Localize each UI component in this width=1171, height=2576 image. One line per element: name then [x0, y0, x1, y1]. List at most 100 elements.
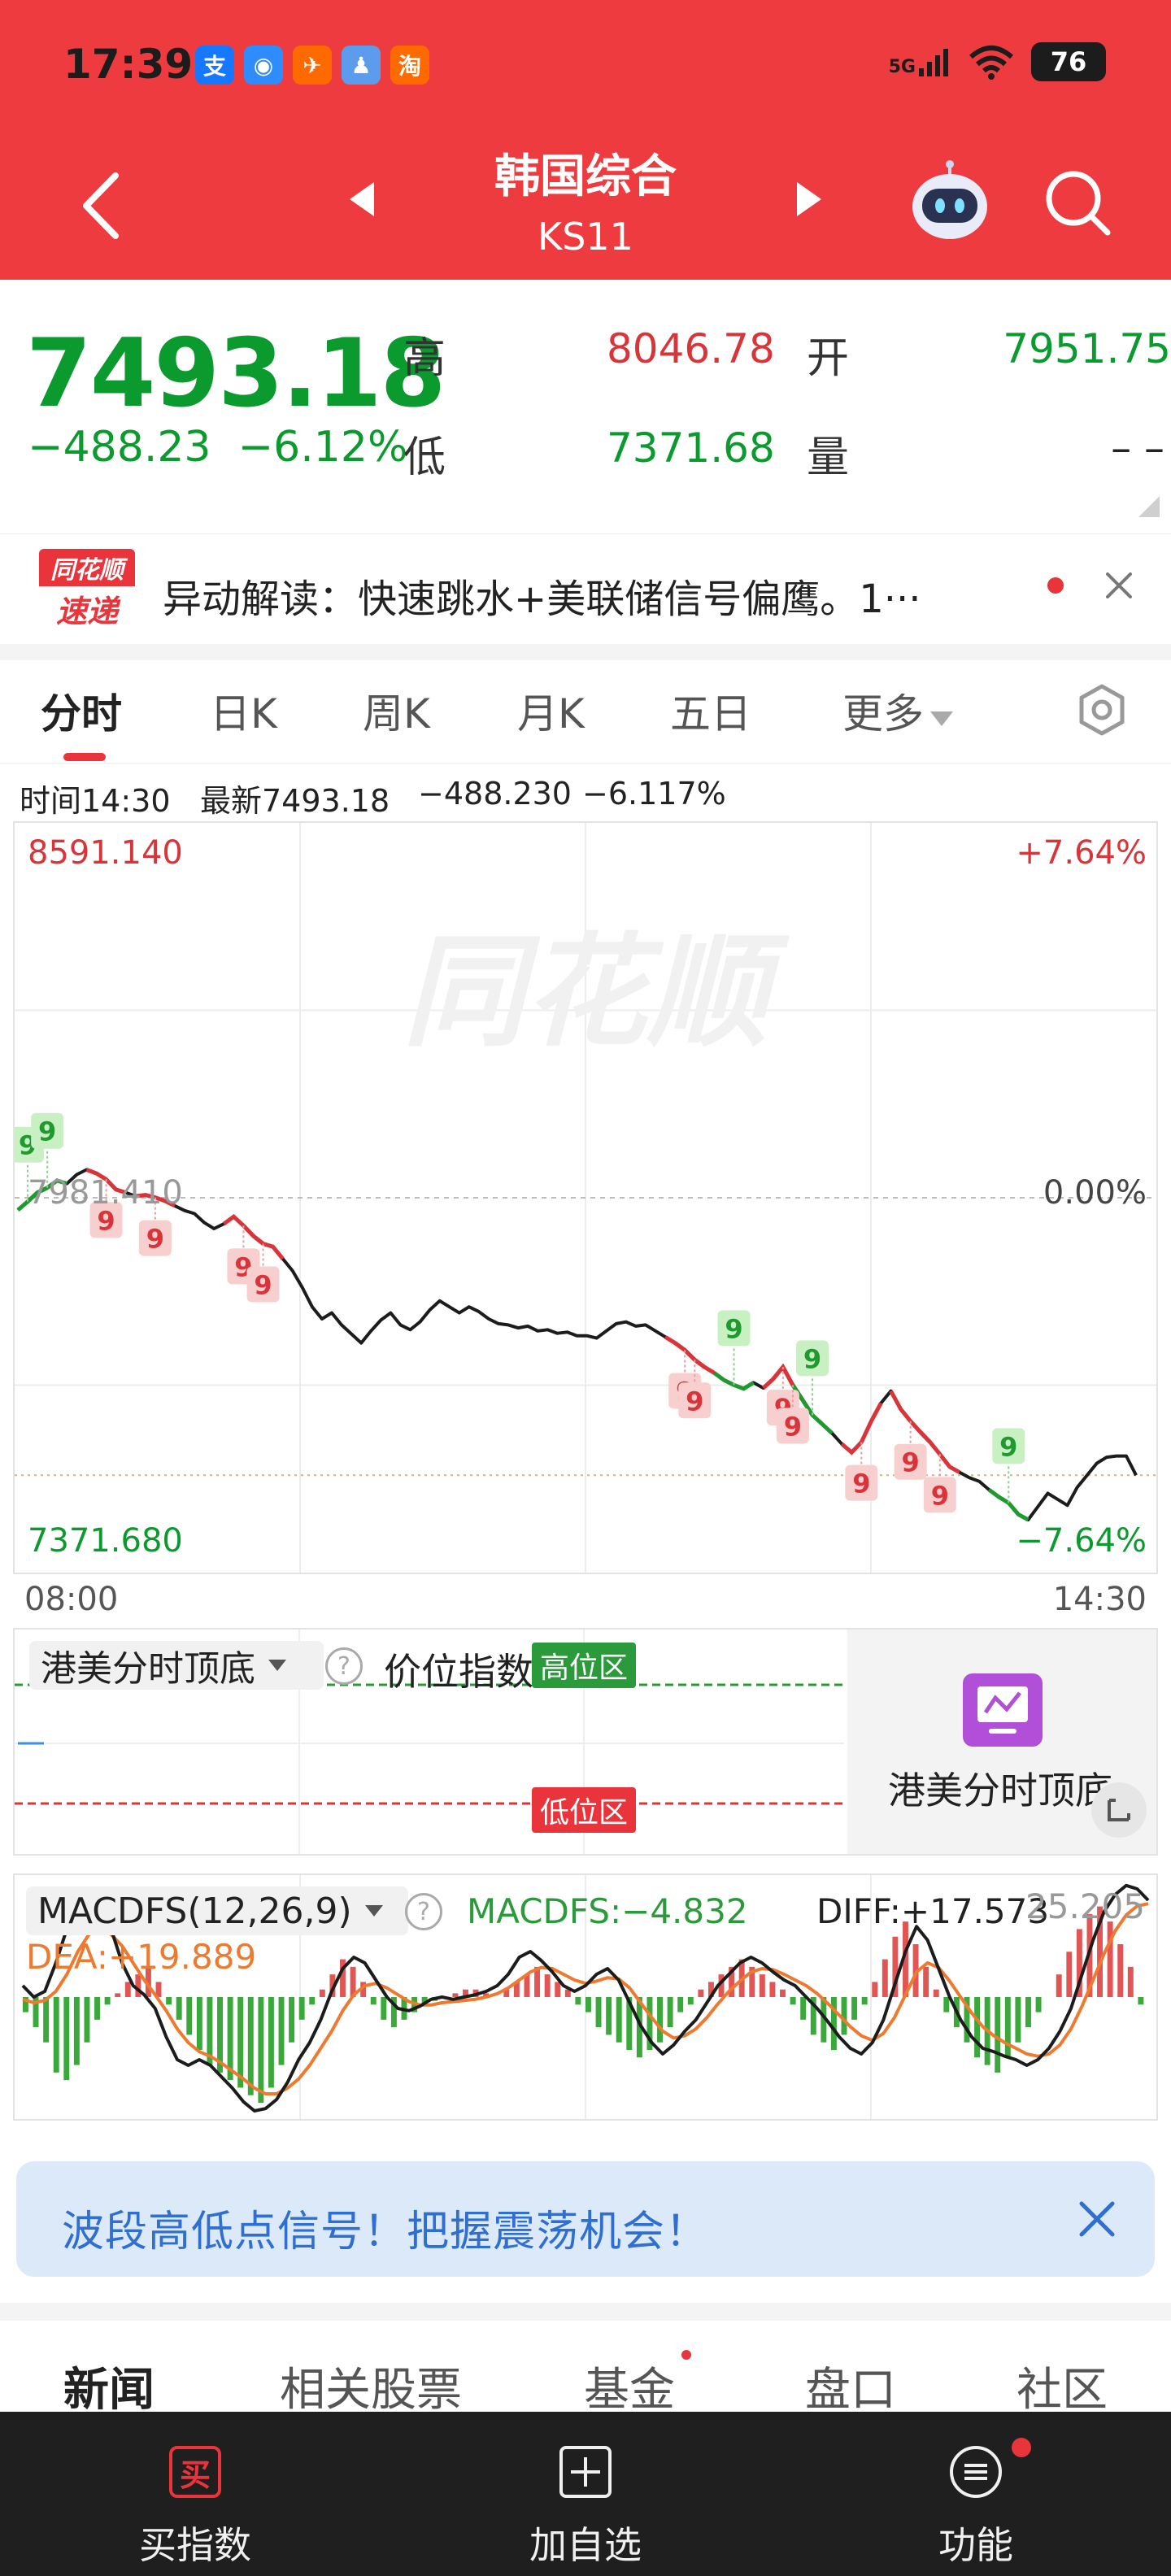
news-ticker[interactable]: 同花顺 速递 异动解读：快速跳水+美联储信号偏鹰。1··· — [0, 533, 1171, 644]
tonghuashun-express-logo: 同花顺 速递 — [39, 549, 135, 630]
macd-bar — [104, 1997, 111, 2005]
section-divider — [0, 2303, 1171, 2321]
expand-corner-icon[interactable] — [1138, 496, 1160, 517]
macd-bar — [84, 1997, 90, 2043]
chart-settings-icon[interactable] — [1075, 683, 1129, 737]
macd-bar — [872, 1982, 878, 1997]
help-icon[interactable]: ? — [405, 1893, 442, 1930]
macd-bar — [278, 1997, 285, 2065]
dropdown-arrow-icon — [930, 711, 953, 726]
tab-related-stocks[interactable]: 相关股票 — [280, 2353, 462, 2419]
banner-text: 波段高低点信号！把握震荡机会！ — [62, 2208, 709, 2256]
status-indicators: 5G 76 — [889, 42, 1106, 81]
trend-segment — [987, 1487, 1030, 1522]
signal-badge-label: 9 — [999, 1431, 1017, 1462]
signal-badge-label: 9 — [146, 1224, 164, 1255]
cursor-time: 时间14:30 — [20, 783, 171, 819]
wifi-icon — [969, 46, 1013, 80]
macd-bar — [1015, 1997, 1021, 2043]
indicator-selector[interactable]: 港美分时顶底 — [29, 1641, 324, 1690]
cursor-change: −488.230 — [418, 776, 572, 812]
cursor-percent: −6.117% — [582, 776, 726, 812]
prev-close-label: 7981.410 — [28, 1174, 183, 1212]
signal-badge-label: 9 — [38, 1116, 56, 1147]
tab-funds[interactable]: 基金 — [584, 2353, 675, 2419]
tab-daily-k[interactable]: 日K — [210, 681, 277, 740]
top-bottom-indicator-panel[interactable]: 港美分时顶底 ? 价位指数 高位区 低位区 港美分时顶底 — [13, 1628, 1158, 1856]
buy-icon: 买 — [168, 2444, 223, 2500]
macd-bar — [790, 1997, 796, 2005]
y-min-percent: −7.64% — [1016, 1522, 1147, 1560]
current-price: 7493.18 — [26, 319, 446, 429]
macd-bar — [687, 1997, 694, 2005]
high-label: 高 — [403, 334, 446, 383]
tab-five-day[interactable]: 五日 — [670, 681, 751, 740]
change-percent: −6.12% — [237, 423, 408, 472]
intraday-chart[interactable]: 同花顺9999999999999999 8591.140 +7.64% 7981… — [13, 821, 1158, 1574]
buy-index-button[interactable]: 买 买指数 — [73, 2412, 317, 2576]
close-icon[interactable] — [1103, 569, 1135, 602]
macd-bar — [166, 1997, 172, 2005]
trend-segment — [712, 1371, 755, 1391]
signal-promo-banner[interactable]: 波段高低点信号！把握震荡机会！ — [16, 2161, 1155, 2277]
macd-bar — [1138, 1997, 1144, 2005]
volume-value: – – — [1111, 424, 1164, 472]
macd-bar — [943, 1997, 950, 2012]
notification-dot — [1012, 2438, 1031, 2457]
tab-order-book[interactable]: 盘口 — [805, 2353, 896, 2419]
macd-bar — [616, 1997, 622, 2043]
close-icon[interactable] — [1075, 2197, 1119, 2241]
macd-bar — [606, 1997, 612, 2035]
add-watchlist-button[interactable]: 加自选 — [464, 2412, 707, 2576]
diff-value: DIFF:+17.573 — [816, 1891, 1050, 1931]
add-icon — [558, 2444, 613, 2500]
cursor-latest: 最新7493.18 — [200, 783, 390, 819]
help-icon[interactable]: ? — [325, 1647, 363, 1685]
macd-bar — [759, 1974, 765, 1997]
macd-bar — [309, 1997, 316, 2005]
active-tab-indicator — [63, 753, 106, 761]
macd-bar — [861, 1997, 868, 2005]
indicator-promo-card[interactable]: 港美分时顶底 — [847, 1630, 1156, 1854]
macd-bar — [319, 1989, 325, 1997]
tab-weekly-k[interactable]: 周K — [363, 681, 430, 740]
open-value: 7951.75 — [1003, 325, 1171, 372]
promo-label: 港美分时顶底 — [888, 1769, 1112, 1812]
search-icon[interactable] — [1043, 168, 1112, 237]
dea-value: DEA:+19.889 — [26, 1937, 257, 1977]
news-headline[interactable]: 异动解读：快速跳水+美联储信号偏鹰。1··· — [163, 567, 921, 624]
macd-bar — [677, 1997, 684, 2012]
alipay-app-icon: 支 — [195, 46, 234, 85]
macd-bar — [1025, 1997, 1031, 2028]
expand-icon[interactable] — [1091, 1782, 1147, 1838]
macd-bar — [94, 1997, 100, 2020]
macd-bar — [124, 1982, 131, 1997]
macd-bar — [258, 1997, 264, 2103]
tab-intraday[interactable]: 分时 — [41, 681, 122, 740]
tab-monthly-k[interactable]: 月K — [517, 681, 585, 740]
intraday-chart-svg[interactable]: 同花顺9999999999999999 — [15, 823, 1156, 1573]
open-label: 开 — [807, 334, 850, 383]
taobao-app-icon: 淘 — [390, 46, 429, 85]
macd-bar — [851, 1997, 858, 2020]
tab-news[interactable]: 新闻 — [63, 2353, 155, 2419]
tab-more[interactable]: 更多 — [842, 681, 955, 740]
prev-close-percent: 0.00% — [1043, 1174, 1147, 1212]
macd-bar — [1117, 1944, 1124, 1997]
low-label: 低 — [403, 433, 446, 482]
macd-bar — [298, 1997, 305, 2020]
buy-icon-char: 买 — [179, 2456, 211, 2493]
y-max-percent: +7.64% — [1016, 834, 1147, 872]
functions-label: 功能 — [938, 2523, 1013, 2567]
ai-assistant-robot-icon[interactable] — [908, 159, 992, 244]
macd-bar — [882, 1959, 888, 1997]
macd-panel[interactable]: MACDFS(12,26,9) ? MACDFS:−4.832 DIFF:+17… — [13, 1873, 1158, 2121]
macd-bar — [555, 1982, 561, 1997]
functions-button[interactable]: 功能 — [854, 2412, 1098, 2576]
trend-segment — [673, 1341, 716, 1375]
tab-community[interactable]: 社区 — [1016, 2353, 1108, 2419]
next-index-icon[interactable] — [795, 181, 823, 218]
macd-max-label: 25.205 — [1025, 1886, 1145, 1926]
macd-bar — [780, 1989, 786, 1997]
macd-selector[interactable]: MACDFS(12,26,9) — [26, 1886, 408, 1935]
